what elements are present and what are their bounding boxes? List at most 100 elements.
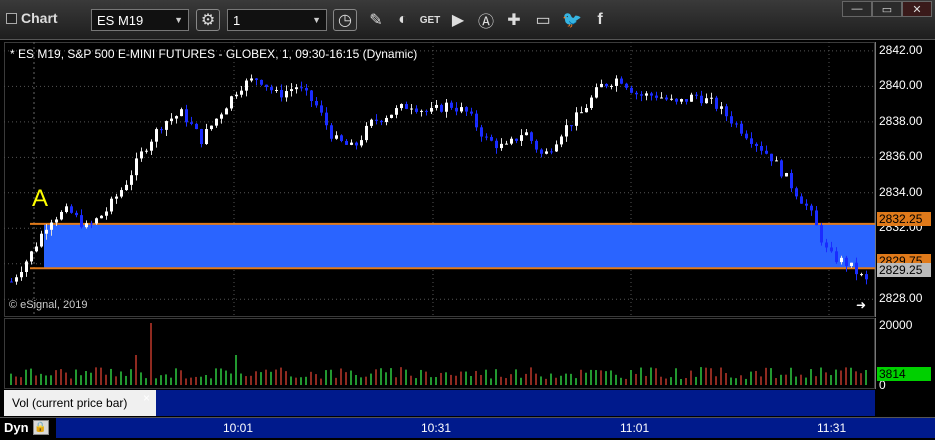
volume-last-tag: 3814: [877, 367, 931, 381]
candle-body: [225, 108, 228, 115]
candle-body: [630, 87, 633, 93]
candle-body: [430, 107, 433, 112]
link-icon[interactable]: ✚: [502, 9, 526, 31]
candle-body: [215, 118, 218, 126]
study-icon[interactable]: ◐: [391, 9, 415, 31]
close-icon[interactable]: ✕: [902, 1, 932, 17]
candle-body: [510, 138, 513, 144]
price-tick: 2828.00: [879, 291, 923, 306]
candle-body: [810, 205, 813, 211]
candle-body: [670, 98, 673, 100]
candle-body: [350, 142, 353, 145]
settings-gear-icon[interactable]: ⚙: [196, 9, 220, 31]
candle-body: [805, 203, 808, 206]
candle-body: [705, 98, 708, 104]
price-chart[interactable]: [4, 42, 875, 317]
candle-body: [620, 78, 623, 84]
candle-body: [780, 160, 783, 177]
candle-body: [785, 173, 788, 177]
alert-icon[interactable]: Ⓐ: [474, 9, 498, 31]
time-tick: 11:01: [620, 421, 650, 435]
candle-body: [310, 90, 313, 101]
candle-body: [730, 116, 733, 124]
candle-body: [70, 206, 73, 213]
candle-body: [275, 89, 278, 91]
candle-body: [540, 149, 543, 154]
scroll-right-icon[interactable]: ➜: [856, 298, 866, 312]
candle-body: [175, 116, 178, 119]
close-icon[interactable]: ×: [143, 391, 150, 405]
candle-body: [230, 96, 233, 109]
candle-body: [560, 136, 563, 145]
window-menu-icon[interactable]: [6, 12, 17, 24]
candle-body: [770, 153, 773, 162]
candle-body: [255, 78, 258, 80]
candle-body: [125, 184, 128, 191]
candle-body: [420, 110, 423, 112]
candle-body: [695, 94, 698, 96]
candle-body: [145, 150, 148, 152]
lock-icon[interactable]: 🔒: [32, 419, 49, 435]
candle-body: [715, 97, 718, 109]
candle-body: [375, 119, 378, 121]
candle-body: [790, 173, 793, 189]
clock-icon[interactable]: ◷: [333, 9, 357, 31]
candle-body: [460, 107, 463, 112]
price-tick: 2836.00: [879, 149, 923, 164]
candle-body: [165, 121, 168, 130]
dyn-button[interactable]: Dyn 🔒: [4, 418, 49, 436]
chevron-down-icon[interactable]: ▼: [174, 15, 183, 25]
price-tick: 2838.00: [879, 113, 923, 128]
time-tick: 10:31: [421, 421, 452, 435]
candle-body: [450, 102, 453, 108]
candle-body: [155, 129, 158, 142]
volume-chart[interactable]: [4, 318, 875, 389]
candle-body: [110, 198, 113, 212]
candle-body: [380, 120, 383, 123]
candle-body: [60, 211, 63, 220]
symbol-input[interactable]: ES M19 ▼: [91, 9, 189, 31]
upper-band-tag: 2832.25: [877, 212, 931, 226]
candle-body: [760, 145, 763, 151]
candle-body: [860, 274, 863, 276]
twitter-icon[interactable]: 🐦: [560, 9, 584, 31]
candle-body: [700, 95, 703, 104]
interval-input[interactable]: 1 ▼: [227, 9, 327, 31]
comment-icon[interactable]: ▭: [531, 9, 555, 31]
candle-body: [210, 125, 213, 130]
candle-body: [185, 109, 188, 123]
candle-body: [765, 150, 768, 154]
volume-tab-label: Vol (current price bar): [12, 396, 128, 410]
symbol-value: ES M19: [97, 12, 144, 28]
candle-body: [340, 135, 343, 141]
candle-body: [515, 138, 518, 141]
candle-body: [475, 113, 478, 128]
candle-body: [605, 83, 608, 87]
candle-body: [320, 105, 323, 113]
candle-body: [45, 229, 48, 234]
candle-body: [485, 136, 488, 138]
candle-body: [270, 87, 273, 91]
minimize-icon[interactable]: —: [842, 1, 872, 17]
candle-body: [635, 92, 638, 95]
candle-body: [335, 135, 338, 139]
candle-body: [410, 108, 413, 110]
candle-body: [90, 223, 93, 225]
pencil-icon[interactable]: ✎: [364, 9, 388, 31]
restore-icon[interactable]: ▭: [872, 1, 902, 17]
annotation-a[interactable]: A: [32, 185, 48, 213]
play-icon[interactable]: ▶: [446, 9, 470, 31]
candle-body: [10, 281, 13, 283]
facebook-icon[interactable]: f: [588, 9, 612, 31]
candle-body: [680, 99, 683, 102]
price-tick: 2840.00: [879, 78, 923, 93]
chevron-down-icon[interactable]: ▼: [312, 15, 321, 25]
volume-tick-max: 20000: [879, 318, 913, 332]
get-icon[interactable]: GET: [418, 9, 442, 31]
candle-body: [465, 107, 468, 112]
volume-tab[interactable]: Vol (current price bar): [4, 390, 156, 416]
candle-body: [835, 251, 838, 263]
candle-body: [330, 125, 333, 139]
candle-body: [575, 112, 578, 126]
candle-body: [665, 97, 668, 100]
